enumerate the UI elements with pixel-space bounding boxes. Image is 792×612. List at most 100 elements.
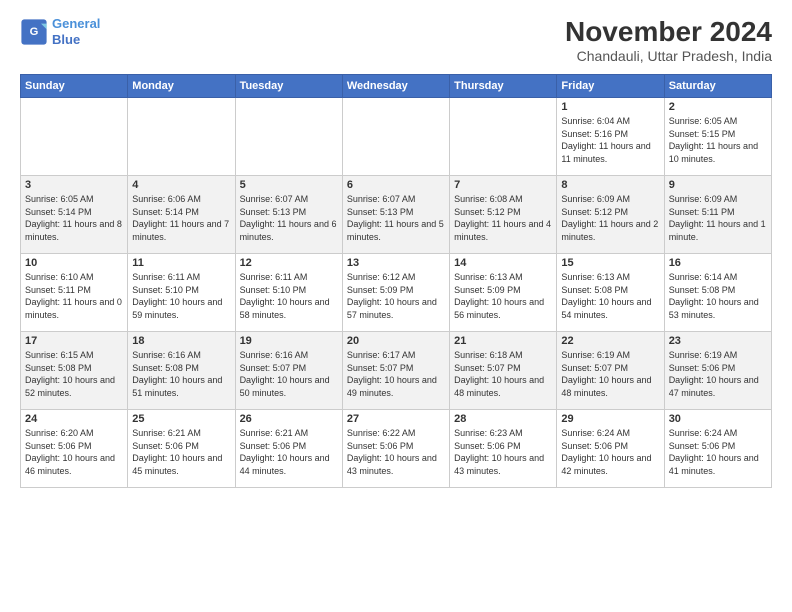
day-cell: 20Sunrise: 6:17 AM Sunset: 5:07 PM Dayli… bbox=[342, 332, 449, 410]
logo-line1: General bbox=[52, 16, 100, 31]
day-number: 3 bbox=[25, 179, 123, 191]
day-number: 23 bbox=[669, 335, 767, 347]
week-row-2: 10 Sunrise: 6:10 AM Sunset: 5:11 PM Dayli… bbox=[21, 254, 772, 332]
day-number: 19 bbox=[240, 335, 338, 347]
header-friday: Friday bbox=[557, 75, 664, 98]
day-number: 12 bbox=[240, 257, 338, 269]
day-info: Sunrise: 6:07 AM Sunset: 5:13 PM Dayligh… bbox=[240, 193, 338, 243]
day-number: 30 bbox=[669, 413, 767, 425]
day-info: Sunrise: 6:18 AM Sunset: 5:07 PM Dayligh… bbox=[454, 349, 552, 399]
day-cell: 7Sunrise: 6:08 AM Sunset: 5:12 PM Daylig… bbox=[450, 176, 557, 254]
day-number: 2 bbox=[669, 101, 767, 113]
header-saturday: Saturday bbox=[664, 75, 771, 98]
day-cell: 15Sunrise: 6:13 AM Sunset: 5:08 PM Dayli… bbox=[557, 254, 664, 332]
day-number: 9 bbox=[669, 179, 767, 191]
day-number: 4 bbox=[132, 179, 230, 191]
location: Chandauli, Uttar Pradesh, India bbox=[565, 48, 772, 64]
week-row-0: 1 Sunrise: 6:04 AM Sunset: 5:16 PM Daylig… bbox=[21, 98, 772, 176]
day-info: Sunrise: 6:11 AM Sunset: 5:10 PM Dayligh… bbox=[132, 271, 230, 321]
day-number: 28 bbox=[454, 413, 552, 425]
day-cell: 25Sunrise: 6:21 AM Sunset: 5:06 PM Dayli… bbox=[128, 410, 235, 488]
day-info: Sunrise: 6:19 AM Sunset: 5:07 PM Dayligh… bbox=[561, 349, 659, 399]
day-info: Sunrise: 6:21 AM Sunset: 5:06 PM Dayligh… bbox=[132, 427, 230, 477]
day-cell: 2 Sunrise: 6:05 AM Sunset: 5:15 PM Daylig… bbox=[664, 98, 771, 176]
day-info: Sunrise: 6:22 AM Sunset: 5:06 PM Dayligh… bbox=[347, 427, 445, 477]
day-info: Sunrise: 6:15 AM Sunset: 5:08 PM Dayligh… bbox=[25, 349, 123, 399]
day-cell: 27 Sunrise: 6:22 AM Sunset: 5:06 PM Dayli… bbox=[342, 410, 449, 488]
day-number: 26 bbox=[240, 413, 338, 425]
day-cell: 5 Sunrise: 6:07 AM Sunset: 5:13 PM Daylig… bbox=[235, 176, 342, 254]
day-info: Sunrise: 6:05 AM Sunset: 5:15 PM Dayligh… bbox=[669, 115, 767, 165]
day-info: Sunrise: 6:05 AM Sunset: 5:14 PM Dayligh… bbox=[25, 193, 123, 243]
day-cell: 29Sunrise: 6:24 AM Sunset: 5:06 PM Dayli… bbox=[557, 410, 664, 488]
calendar-container: G General Blue November 2024 Chandauli, … bbox=[0, 0, 792, 612]
day-number: 17 bbox=[25, 335, 123, 347]
header-wednesday: Wednesday bbox=[342, 75, 449, 98]
header-thursday: Thursday bbox=[450, 75, 557, 98]
day-info: Sunrise: 6:16 AM Sunset: 5:07 PM Dayligh… bbox=[240, 349, 338, 399]
day-info: Sunrise: 6:14 AM Sunset: 5:08 PM Dayligh… bbox=[669, 271, 767, 321]
header-sunday: Sunday bbox=[21, 75, 128, 98]
day-number: 1 bbox=[561, 101, 659, 113]
calendar-table: Sunday Monday Tuesday Wednesday Thursday… bbox=[20, 74, 772, 488]
day-cell: 14Sunrise: 6:13 AM Sunset: 5:09 PM Dayli… bbox=[450, 254, 557, 332]
logo-text: General Blue bbox=[52, 16, 100, 47]
day-cell: 24 Sunrise: 6:20 AM Sunset: 5:06 PM Dayli… bbox=[21, 410, 128, 488]
day-cell: 28 Sunrise: 6:23 AM Sunset: 5:06 PM Dayli… bbox=[450, 410, 557, 488]
title-block: November 2024 Chandauli, Uttar Pradesh, … bbox=[565, 16, 772, 64]
day-cell: 10 Sunrise: 6:10 AM Sunset: 5:11 PM Dayli… bbox=[21, 254, 128, 332]
day-number: 16 bbox=[669, 257, 767, 269]
day-cell: 16 Sunrise: 6:14 AM Sunset: 5:08 PM Dayli… bbox=[664, 254, 771, 332]
day-number: 18 bbox=[132, 335, 230, 347]
day-info: Sunrise: 6:11 AM Sunset: 5:10 PM Dayligh… bbox=[240, 271, 338, 321]
day-number: 6 bbox=[347, 179, 445, 191]
day-info: Sunrise: 6:20 AM Sunset: 5:06 PM Dayligh… bbox=[25, 427, 123, 477]
day-number: 14 bbox=[454, 257, 552, 269]
day-info: Sunrise: 6:19 AM Sunset: 5:06 PM Dayligh… bbox=[669, 349, 767, 399]
week-row-1: 3 Sunrise: 6:05 AM Sunset: 5:14 PM Daylig… bbox=[21, 176, 772, 254]
day-number: 13 bbox=[347, 257, 445, 269]
day-cell: 13 Sunrise: 6:12 AM Sunset: 5:09 PM Dayli… bbox=[342, 254, 449, 332]
day-cell: 3 Sunrise: 6:05 AM Sunset: 5:14 PM Daylig… bbox=[21, 176, 128, 254]
day-cell: 11 Sunrise: 6:11 AM Sunset: 5:10 PM Dayli… bbox=[128, 254, 235, 332]
logo-line2: Blue bbox=[52, 32, 100, 48]
calendar-body: 1 Sunrise: 6:04 AM Sunset: 5:16 PM Daylig… bbox=[21, 98, 772, 488]
day-number: 7 bbox=[454, 179, 552, 191]
day-info: Sunrise: 6:06 AM Sunset: 5:14 PM Dayligh… bbox=[132, 193, 230, 243]
month-title: November 2024 bbox=[565, 16, 772, 48]
day-number: 10 bbox=[25, 257, 123, 269]
header-tuesday: Tuesday bbox=[235, 75, 342, 98]
day-info: Sunrise: 6:24 AM Sunset: 5:06 PM Dayligh… bbox=[561, 427, 659, 477]
day-number: 20 bbox=[347, 335, 445, 347]
day-info: Sunrise: 6:09 AM Sunset: 5:12 PM Dayligh… bbox=[561, 193, 659, 243]
day-cell: 22Sunrise: 6:19 AM Sunset: 5:07 PM Dayli… bbox=[557, 332, 664, 410]
day-info: Sunrise: 6:23 AM Sunset: 5:06 PM Dayligh… bbox=[454, 427, 552, 477]
day-cell: 6Sunrise: 6:07 AM Sunset: 5:13 PM Daylig… bbox=[342, 176, 449, 254]
day-cell bbox=[235, 98, 342, 176]
header: G General Blue November 2024 Chandauli, … bbox=[20, 16, 772, 64]
day-number: 24 bbox=[25, 413, 123, 425]
logo-icon: G bbox=[20, 18, 48, 46]
day-number: 21 bbox=[454, 335, 552, 347]
day-cell: 17 Sunrise: 6:15 AM Sunset: 5:08 PM Dayli… bbox=[21, 332, 128, 410]
day-number: 11 bbox=[132, 257, 230, 269]
day-cell: 23 Sunrise: 6:19 AM Sunset: 5:06 PM Dayli… bbox=[664, 332, 771, 410]
day-cell bbox=[450, 98, 557, 176]
week-row-4: 24 Sunrise: 6:20 AM Sunset: 5:06 PM Dayli… bbox=[21, 410, 772, 488]
day-cell: 21 Sunrise: 6:18 AM Sunset: 5:07 PM Dayli… bbox=[450, 332, 557, 410]
day-info: Sunrise: 6:21 AM Sunset: 5:06 PM Dayligh… bbox=[240, 427, 338, 477]
day-cell bbox=[128, 98, 235, 176]
header-monday: Monday bbox=[128, 75, 235, 98]
svg-text:G: G bbox=[30, 25, 39, 37]
day-info: Sunrise: 6:16 AM Sunset: 5:08 PM Dayligh… bbox=[132, 349, 230, 399]
day-cell: 12 Sunrise: 6:11 AM Sunset: 5:10 PM Dayli… bbox=[235, 254, 342, 332]
day-info: Sunrise: 6:13 AM Sunset: 5:08 PM Dayligh… bbox=[561, 271, 659, 321]
day-info: Sunrise: 6:10 AM Sunset: 5:11 PM Dayligh… bbox=[25, 271, 123, 321]
day-cell: 4 Sunrise: 6:06 AM Sunset: 5:14 PM Daylig… bbox=[128, 176, 235, 254]
day-number: 5 bbox=[240, 179, 338, 191]
day-cell: 30Sunrise: 6:24 AM Sunset: 5:06 PM Dayli… bbox=[664, 410, 771, 488]
day-number: 27 bbox=[347, 413, 445, 425]
day-info: Sunrise: 6:12 AM Sunset: 5:09 PM Dayligh… bbox=[347, 271, 445, 321]
day-info: Sunrise: 6:04 AM Sunset: 5:16 PM Dayligh… bbox=[561, 115, 659, 165]
day-cell bbox=[342, 98, 449, 176]
